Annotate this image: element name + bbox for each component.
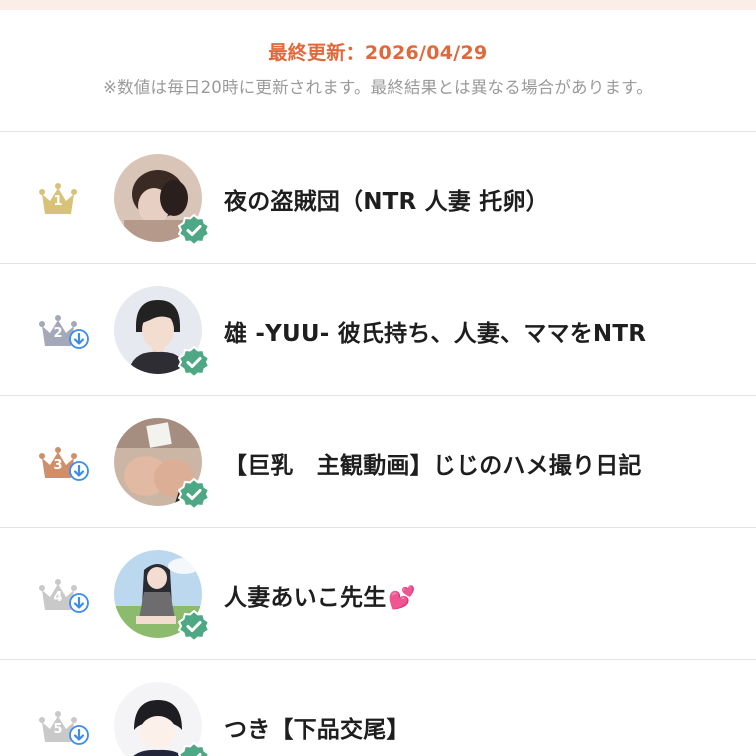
down-arrow-icon <box>69 725 89 745</box>
channel-name-text: 人妻あいこ先生 <box>224 585 387 611</box>
rank-mark: 2 <box>38 312 96 352</box>
rank-mark: 1 <box>38 180 96 220</box>
channel-name[interactable]: つき【下品交尾】 <box>224 710 410 744</box>
ranking-row[interactable]: 5 つき【下品交尾】 <box>0 659 756 756</box>
ranking-row[interactable]: 2 雄 -YUU- 彼氏持ち、人妻、ママをNTR <box>0 263 756 395</box>
rank-number: 1 <box>53 194 63 209</box>
channel-name[interactable]: 夜の盗賊団（NTR 人妻 托卵） <box>224 182 549 216</box>
update-note: ※数値は毎日20時に更新されます。最終結果とは異なる場合があります。 <box>103 78 653 97</box>
channel-name[interactable]: 人妻あいこ先生💕 <box>224 578 416 612</box>
down-arrow-icon <box>69 461 89 481</box>
channel-name[interactable]: 雄 -YUU- 彼氏持ち、人妻、ママをNTR <box>224 314 646 348</box>
rank-mark: 4 <box>38 576 96 616</box>
ranking-list: 1 夜の盗賊団（NTR 人妻 托卵） 2 雄 -YUU- 彼氏持ち、人妻、ママを… <box>0 131 756 756</box>
rank-mark: 5 <box>38 708 96 748</box>
down-arrow-icon <box>69 329 89 349</box>
verified-icon <box>178 214 210 246</box>
rank-mark: 3 <box>38 444 96 484</box>
ranking-row[interactable]: 3 【巨乳 主観動画】じじのハメ撮り日記 <box>0 395 756 527</box>
ranking-row[interactable]: 4 人妻あいこ先生💕 <box>0 527 756 659</box>
verified-icon <box>178 346 210 378</box>
verified-icon <box>178 742 210 756</box>
heart-emoji: 💕 <box>388 586 416 611</box>
ranking-row[interactable]: 1 夜の盗賊団（NTR 人妻 托卵） <box>0 131 756 263</box>
verified-icon <box>178 610 210 642</box>
last-updated-label: 最終更新：2026/04/29 <box>268 42 488 64</box>
channel-name[interactable]: 【巨乳 主観動画】じじのハメ撮り日記 <box>224 446 642 480</box>
update-info: 最終更新：2026/04/29 ※数値は毎日20時に更新されます。最終結果とは異… <box>0 10 756 131</box>
down-arrow-icon <box>69 593 89 613</box>
verified-icon <box>178 478 210 510</box>
top-band <box>0 0 756 10</box>
